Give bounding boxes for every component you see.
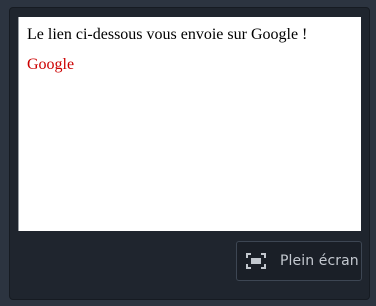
embed-panel: Le lien ci-dessous vous envoie sur Googl… bbox=[9, 7, 370, 300]
preview-frame: Le lien ci-dessous vous envoie sur Googl… bbox=[18, 17, 361, 231]
page-background: Le lien ci-dessous vous envoie sur Googl… bbox=[0, 0, 376, 306]
fullscreen-icon bbox=[246, 253, 266, 269]
fullscreen-label: Plein écran bbox=[280, 253, 359, 269]
fullscreen-button[interactable]: Plein écran bbox=[236, 241, 362, 281]
frame-text: Le lien ci-dessous vous envoie sur Googl… bbox=[27, 26, 308, 43]
google-link[interactable]: Google bbox=[27, 55, 74, 74]
